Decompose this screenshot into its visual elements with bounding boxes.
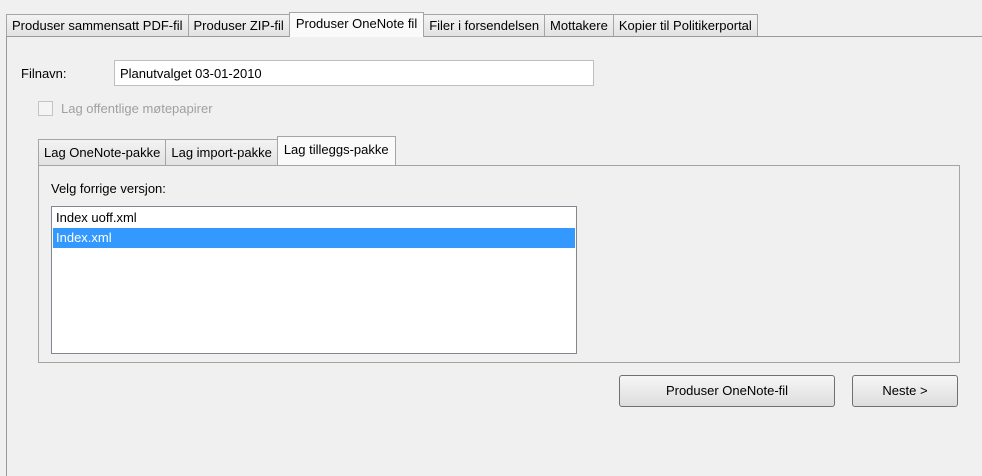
public-papers-checkbox-label: Lag offentlige møtepapirer (61, 101, 213, 116)
tab-copy-to-politician-portal[interactable]: Kopier til Politikerportal (612, 14, 758, 36)
subtab-supplement-package[interactable]: Lag tilleggs-pakke (276, 136, 396, 165)
tab-produce-pdf[interactable]: Produser sammensatt PDF-fil (6, 14, 188, 36)
tab-recipients[interactable]: Mottakere (544, 14, 613, 36)
tab-produce-zip[interactable]: Produser ZIP-fil (187, 14, 289, 36)
subtab-import-package[interactable]: Lag import-pakke (165, 139, 277, 165)
filename-label: Filnavn: (21, 66, 67, 81)
produce-onenote-button[interactable]: Produser OneNote-fil (619, 375, 835, 407)
previous-version-label: Velg forrige versjon: (51, 181, 166, 196)
sub-tab-strip: Lag OneNote-pakke Lag import-pakke Lag t… (38, 136, 396, 165)
previous-version-list[interactable]: Index uoff.xml Index.xml (51, 206, 577, 354)
list-item[interactable]: Index uoff.xml (53, 208, 575, 228)
tab-files-in-shipment[interactable]: Filer i forsendelsen (424, 14, 545, 36)
top-tab-strip: Produser sammensatt PDF-fil Produser ZIP… (6, 12, 758, 37)
next-button[interactable]: Neste > (852, 375, 958, 407)
list-item-selected[interactable]: Index.xml (53, 228, 575, 248)
filename-input[interactable] (114, 60, 594, 86)
sub-tab-panel: Velg forrige versjon: Index uoff.xml Ind… (38, 165, 960, 363)
tab-produce-onenote[interactable]: Produser OneNote fil (288, 12, 425, 37)
public-papers-checkbox[interactable] (38, 101, 53, 116)
subtab-onenote-package[interactable]: Lag OneNote-pakke (38, 139, 166, 165)
